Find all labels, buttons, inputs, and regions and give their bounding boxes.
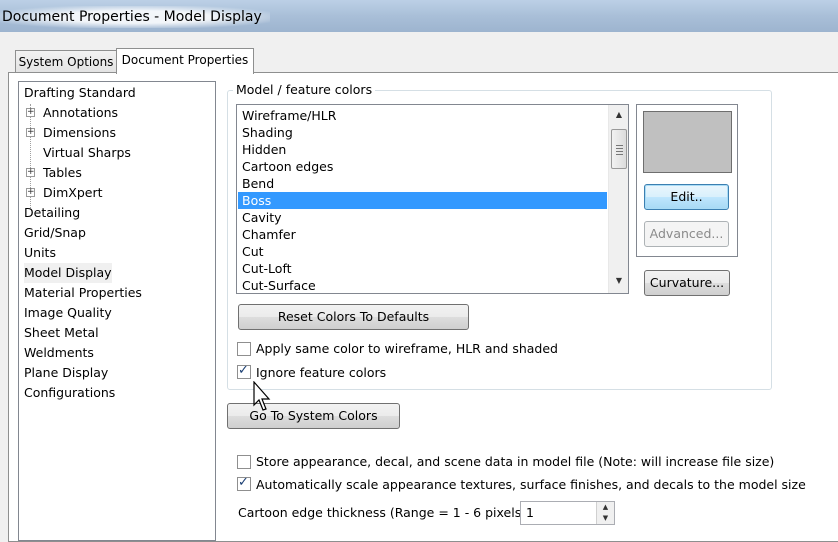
apply-same-color-label: Apply same color to wireframe, HLR and s… — [256, 341, 558, 356]
ignore-feature-colors-checkbox[interactable]: ✓ — [237, 363, 251, 379]
list-item-shading[interactable]: Shading — [238, 124, 607, 141]
tree-item-detailing[interactable]: Detailing — [24, 203, 80, 223]
tree-item-weldments[interactable]: Weldments — [24, 343, 94, 363]
tree-item-configurations[interactable]: Configurations — [24, 383, 115, 403]
list-item-cartoon-edges[interactable]: Cartoon edges — [238, 158, 607, 175]
ignore-feature-colors-label: Ignore feature colors — [256, 365, 387, 380]
expand-tables-icon[interactable]: + — [26, 168, 35, 177]
options-tree[interactable]: Drafting Standard + Annotations + Dimens… — [18, 81, 216, 541]
list-item-bend[interactable]: Bend — [238, 175, 607, 192]
list-item-cut-loft[interactable]: Cut-Loft — [238, 260, 607, 277]
list-item-boss[interactable]: Boss — [238, 192, 607, 209]
scroll-down-arrow-icon[interactable]: ▼ — [611, 273, 627, 289]
tree-item-annotations[interactable]: Annotations — [43, 103, 118, 123]
tree-item-image-quality[interactable]: Image Quality — [24, 303, 112, 323]
apply-same-color-checkbox[interactable] — [237, 342, 251, 356]
curvature-button[interactable]: Curvature... — [644, 270, 730, 296]
store-appearance-label: Store appearance, decal, and scene data … — [256, 454, 775, 469]
expand-dimensions-icon[interactable]: + — [26, 128, 35, 137]
tree-item-dimensions[interactable]: Dimensions — [43, 123, 116, 143]
tree-item-virtual-sharps[interactable]: Virtual Sharps — [43, 143, 131, 163]
tab-document-properties[interactable]: Document Properties — [116, 48, 254, 74]
advanced-button[interactable]: Advanced... — [644, 221, 729, 247]
list-item-chamfer[interactable]: Chamfer — [238, 226, 607, 243]
window-title: Document Properties - Model Display — [0, 6, 270, 28]
tree-item-material-properties[interactable]: Material Properties — [24, 283, 142, 303]
tree-item-units[interactable]: Units — [24, 243, 56, 263]
tree-item-tables[interactable]: Tables — [43, 163, 82, 183]
list-item-cavity[interactable]: Cavity — [238, 209, 607, 226]
list-item-cut-surface[interactable]: Cut-Surface — [238, 277, 607, 293]
tab-system-options[interactable]: System Options — [15, 50, 117, 72]
expand-dimxpert-icon[interactable]: + — [26, 188, 35, 197]
list-item-hidden[interactable]: Hidden — [238, 141, 607, 158]
cartoon-edge-thickness-spinner[interactable]: 1 ▲ ▼ — [520, 501, 615, 525]
tree-item-plane-display[interactable]: Plane Display — [24, 363, 108, 383]
model-feature-colors-label: Model / feature colors — [233, 82, 376, 97]
auto-scale-checkbox[interactable]: ✓ — [237, 475, 251, 491]
scroll-up-arrow-icon[interactable]: ▲ — [611, 107, 627, 123]
edit-button[interactable]: Edit.. — [644, 184, 729, 210]
store-appearance-checkbox[interactable] — [237, 455, 251, 469]
reset-colors-button[interactable]: Reset Colors To Defaults — [238, 304, 469, 330]
color-swatch — [643, 111, 732, 173]
tree-item-grid-snap[interactable]: Grid/Snap — [24, 223, 86, 243]
tree-item-dimxpert[interactable]: DimXpert — [43, 183, 103, 203]
list-item-cut[interactable]: Cut — [238, 243, 607, 260]
tree-item-model-display[interactable]: Model Display — [24, 263, 112, 283]
list-item-wireframe-hlr[interactable]: Wireframe/HLR — [238, 107, 607, 124]
tree-item-drafting-standard[interactable]: Drafting Standard — [24, 83, 136, 103]
list-scrollbar[interactable]: ▲ ▼ — [608, 105, 628, 293]
tree-item-sheet-metal[interactable]: Sheet Metal — [24, 323, 99, 343]
scroll-thumb[interactable] — [611, 129, 627, 169]
title-bar: Document Properties - Model Display — [0, 0, 838, 32]
auto-scale-label: Automatically scale appearance textures,… — [256, 477, 806, 492]
feature-color-list[interactable]: Wireframe/HLR Shading Hidden Cartoon edg… — [236, 104, 629, 294]
mouse-cursor-icon — [253, 381, 271, 411]
spin-down-arrow-icon[interactable]: ▼ — [597, 513, 614, 524]
expand-annotations-icon[interactable]: + — [26, 108, 35, 117]
checkmark-icon: ✓ — [238, 363, 249, 378]
checkmark-icon: ✓ — [238, 475, 249, 490]
cartoon-edge-thickness-value[interactable]: 1 — [526, 505, 534, 520]
spin-up-arrow-icon[interactable]: ▲ — [597, 502, 614, 513]
cartoon-edge-thickness-label: Cartoon edge thickness (Range = 1 - 6 pi… — [238, 505, 531, 520]
